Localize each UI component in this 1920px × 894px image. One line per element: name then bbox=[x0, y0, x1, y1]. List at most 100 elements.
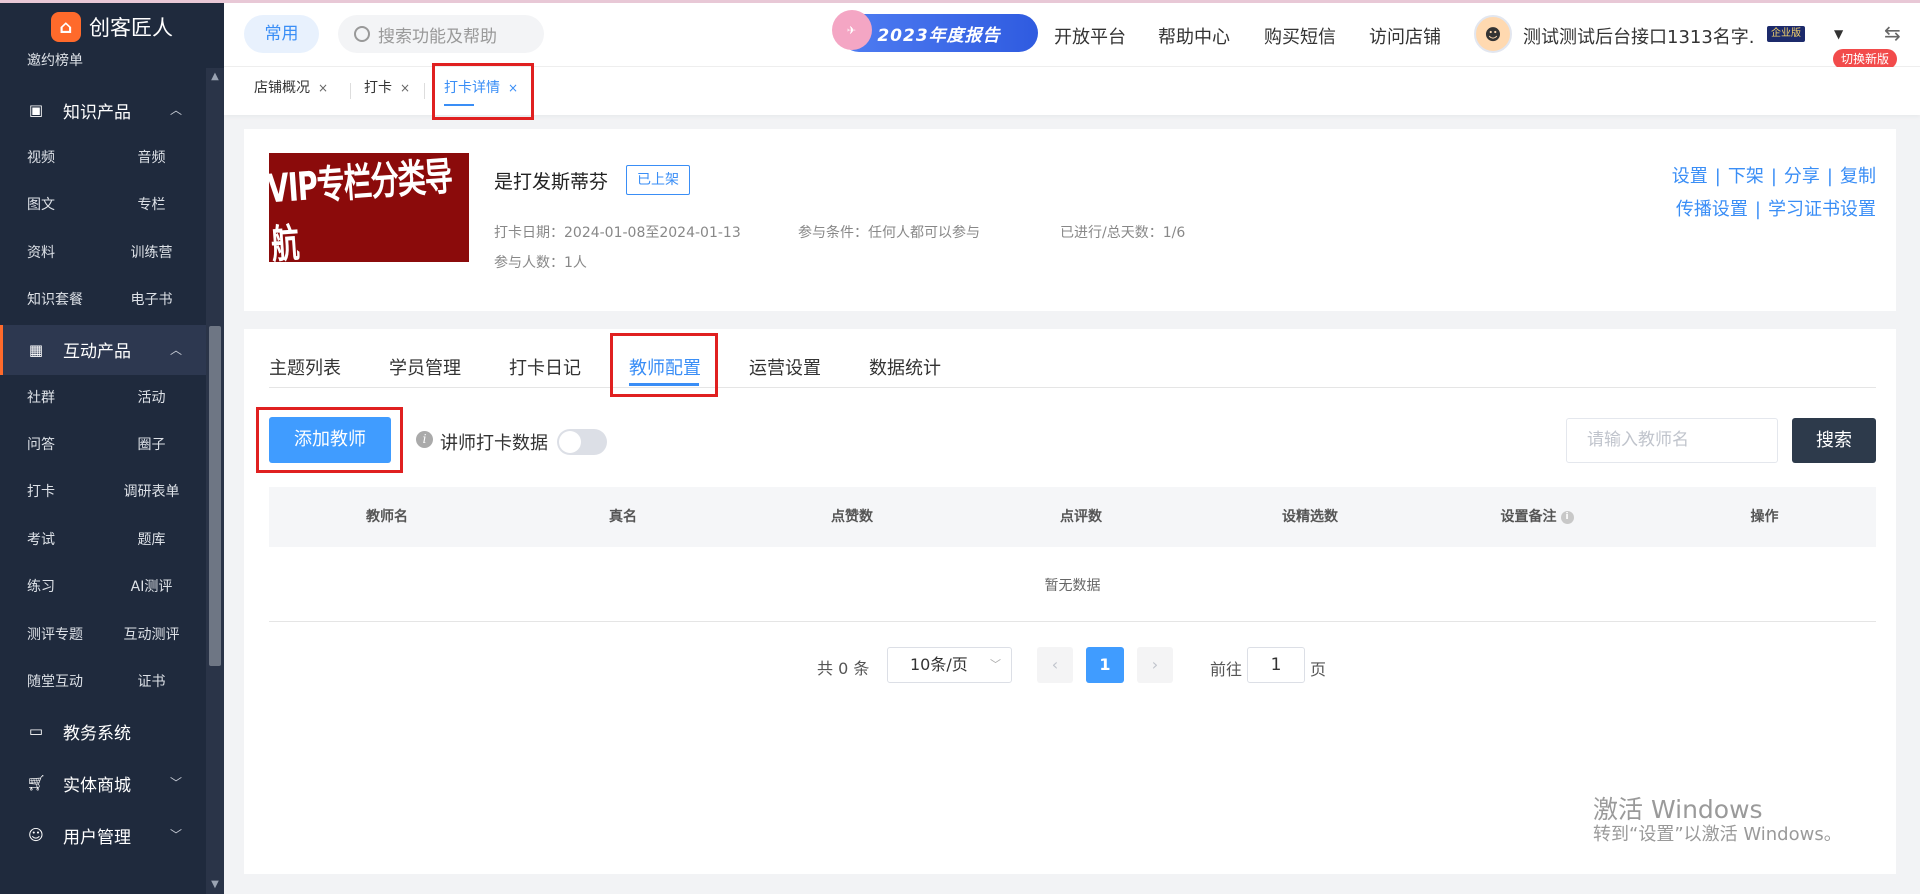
sidebar-group-label: 教务系统 bbox=[63, 723, 131, 744]
switch-arrows-icon[interactable]: ⇆ bbox=[1884, 21, 1901, 45]
highlight-box-tab bbox=[432, 63, 534, 120]
sidebar-item-audio[interactable]: 音频 bbox=[103, 135, 206, 182]
link-open-platform[interactable]: 开放平台 bbox=[1054, 23, 1126, 49]
user-icon: ☺ bbox=[28, 826, 44, 845]
sidebar-item-event[interactable]: 活动 bbox=[103, 375, 206, 422]
participation-condition: 参与条件：任何人都可以参与 bbox=[798, 225, 980, 241]
settings-link[interactable]: 设置 bbox=[1672, 166, 1708, 187]
tab-data-statistics[interactable]: 数据统计 bbox=[869, 354, 941, 380]
goto-suffix: 页 bbox=[1310, 660, 1327, 679]
sidebar-item-invite-ranking[interactable]: 邀约榜单 bbox=[0, 53, 206, 83]
scroll-thumb[interactable] bbox=[209, 326, 221, 666]
sidebar-item-material[interactable]: 资料 bbox=[0, 230, 103, 277]
unpublish-link[interactable]: 下架 bbox=[1728, 166, 1764, 187]
sidebar-group-label: 用户管理 bbox=[63, 827, 131, 848]
page-number-current[interactable]: 1 bbox=[1086, 647, 1124, 683]
sidebar-item-article[interactable]: 图文 bbox=[0, 182, 103, 229]
course-cover-image[interactable]: VIP专栏分类导航 bbox=[266, 153, 469, 268]
enterprise-badge: 企业版 bbox=[1767, 26, 1805, 42]
participant-count: 参与人数：1人 bbox=[494, 255, 587, 271]
teacher-checkin-data-label: 讲师打卡数据 bbox=[440, 433, 548, 454]
table-header: 教师名 真名 点赞数 点评数 设精选数 设置备注 i 操作 bbox=[269, 487, 1876, 547]
copy-link[interactable]: 复制 bbox=[1840, 166, 1876, 187]
sidebar-scrollbar[interactable]: ▲ ▼ bbox=[206, 68, 224, 894]
share-link[interactable]: 分享 bbox=[1784, 166, 1820, 187]
tab-store-overview[interactable]: 店铺概况 × bbox=[254, 67, 328, 115]
sidebar-item-ai-assessment[interactable]: AI测评 bbox=[103, 564, 206, 611]
tab-divider bbox=[350, 83, 351, 99]
sidebar-item-video[interactable]: 视频 bbox=[0, 135, 103, 182]
sidebar-group-knowledge[interactable]: ▣ 知识产品 ︿ bbox=[0, 85, 206, 135]
empty-state-text: 暂无数据 bbox=[1044, 578, 1101, 594]
sidebar-group-academic[interactable]: ▭ 教务系统 bbox=[0, 706, 206, 756]
certificate-settings-link[interactable]: 学习证书设置 bbox=[1768, 199, 1876, 220]
sidebar-item-assessment-topic[interactable]: 测评专题 bbox=[0, 612, 103, 659]
tab-operation-settings[interactable]: 运营设置 bbox=[749, 354, 821, 380]
teacher-checkin-data-toggle[interactable] bbox=[557, 429, 607, 455]
sidebar-item-interactive-assessment[interactable]: 互动测评 bbox=[103, 612, 206, 659]
tab-checkin[interactable]: 打卡 × bbox=[364, 67, 410, 115]
next-page-button[interactable]: › bbox=[1137, 647, 1173, 683]
tab-checkin-diary[interactable]: 打卡日记 bbox=[509, 354, 581, 380]
chevron-down-icon: ﹀ bbox=[169, 828, 182, 843]
search-button[interactable]: 搜索 bbox=[1792, 418, 1876, 463]
column-featured: 设精选数 bbox=[1282, 509, 1338, 525]
sidebar-item-qa[interactable]: 问答 bbox=[0, 422, 103, 469]
sidebar-item-question-bank[interactable]: 题库 bbox=[103, 517, 206, 564]
sidebar-item-circle[interactable]: 圈子 bbox=[103, 422, 206, 469]
tab-student-management[interactable]: 学员管理 bbox=[389, 354, 461, 380]
sidebar-menu: 邀约榜单 ▣ 知识产品 ︿ 视频 音频 图文 专栏 资料 训练营 知识套餐 电子… bbox=[0, 53, 206, 860]
chevron-up-icon: ︿ bbox=[169, 342, 182, 357]
sidebar-item-practice[interactable]: 练习 bbox=[0, 564, 103, 611]
user-name[interactable]: 测试测试后台接口1313名字... bbox=[1523, 23, 1753, 49]
chevron-down-icon: ﹀ bbox=[169, 776, 182, 791]
sidebar-item-certificate[interactable]: 证书 bbox=[103, 659, 206, 706]
annual-report-banner[interactable]: ✈ 2023年度报告 bbox=[832, 10, 1038, 52]
close-icon[interactable]: × bbox=[400, 81, 410, 95]
goto-page-input[interactable]: 1 bbox=[1247, 647, 1305, 683]
link-buy-sms[interactable]: 购买短信 bbox=[1264, 23, 1336, 49]
distribution-settings-link[interactable]: 传播设置 bbox=[1676, 199, 1748, 220]
sidebar-item-bundle[interactable]: 知识套餐 bbox=[0, 277, 103, 324]
chevron-up-icon: ︿ bbox=[169, 103, 182, 117]
sidebar: ⌂ 创客匠人 邀约榜单 ▣ 知识产品 ︿ 视频 音频 图文 专栏 资料 训练营 … bbox=[0, 3, 224, 894]
sidebar-item-column[interactable]: 专栏 bbox=[103, 182, 206, 229]
scroll-up-icon[interactable]: ▲ bbox=[206, 68, 224, 86]
sidebar-group-store[interactable]: 🛒︎ 实体商城 ﹀ bbox=[0, 758, 206, 808]
course-actions-row1: 设置 | 下架 | 分享 | 复制 bbox=[1672, 162, 1876, 188]
toggle-knob bbox=[559, 431, 581, 453]
info-icon[interactable]: i bbox=[416, 431, 433, 448]
action-separator: | bbox=[1754, 199, 1761, 220]
sidebar-item-exam[interactable]: 考试 bbox=[0, 517, 103, 564]
action-separator: | bbox=[1826, 166, 1833, 187]
close-icon[interactable]: × bbox=[318, 81, 328, 95]
tab-topic-list[interactable]: 主题列表 bbox=[269, 354, 341, 380]
common-button[interactable]: 常用 bbox=[244, 15, 319, 53]
search-input[interactable]: 搜索功能及帮助 bbox=[338, 15, 544, 53]
sidebar-group-users[interactable]: ☺ 用户管理 ﹀ bbox=[0, 810, 206, 860]
sidebar-item-ebook[interactable]: 电子书 bbox=[103, 277, 206, 324]
app-logo[interactable]: ⌂ 创客匠人 bbox=[0, 3, 224, 43]
sidebar-group-label: 实体商城 bbox=[63, 775, 131, 796]
link-visit-store[interactable]: 访问店铺 bbox=[1369, 23, 1441, 49]
help-icon[interactable]: i bbox=[1560, 510, 1574, 524]
page-size-select[interactable]: 10条/页 ﹀ bbox=[887, 647, 1012, 683]
sidebar-item-camp[interactable]: 训练营 bbox=[103, 230, 206, 277]
teacher-name-input[interactable]: 请输入教师名 bbox=[1566, 418, 1778, 463]
sidebar-item-survey[interactable]: 调研表单 bbox=[103, 469, 206, 516]
link-help-center[interactable]: 帮助中心 bbox=[1158, 23, 1230, 49]
sidebar-item-classroom-interaction[interactable]: 随堂互动 bbox=[0, 659, 103, 706]
column-comments: 点评数 bbox=[1060, 509, 1102, 525]
course-title: 是打发斯蒂芬 bbox=[494, 171, 609, 193]
search-placeholder: 搜索功能及帮助 bbox=[378, 26, 497, 47]
sidebar-group-interactive[interactable]: ▦ 互动产品 ︿ bbox=[0, 324, 206, 375]
caret-down-icon[interactable]: ▼ bbox=[1834, 27, 1843, 41]
sidebar-item-community[interactable]: 社群 bbox=[0, 375, 103, 422]
top-bar: 常用 搜索功能及帮助 ✈ 2023年度报告 开放平台 帮助中心 购买短信 访问店… bbox=[224, 3, 1920, 69]
switch-new-version-button[interactable]: 切换新版 bbox=[1833, 49, 1898, 69]
avatar[interactable]: ☻ bbox=[1474, 15, 1512, 53]
prev-page-button[interactable]: ‹ bbox=[1037, 647, 1073, 683]
scroll-down-icon[interactable]: ▼ bbox=[206, 876, 224, 894]
sidebar-item-checkin[interactable]: 打卡 bbox=[0, 469, 103, 516]
progress-days: 已进行/总天数：1/6 bbox=[1060, 225, 1186, 241]
